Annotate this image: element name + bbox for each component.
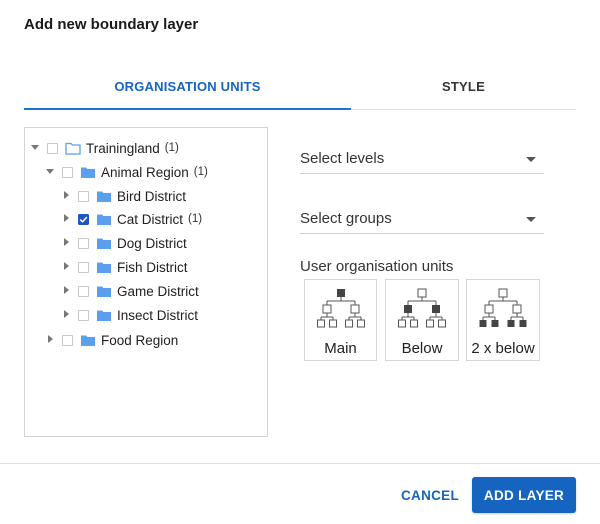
tree-node-count: (1) — [193, 166, 208, 178]
collapse-arrow-icon[interactable] — [31, 143, 41, 153]
add-boundary-layer-dialog: Add new boundary layer ORGANISATION UNIT… — [0, 0, 600, 524]
tree-node-trainingland[interactable]: Trainingland (1) — [31, 138, 179, 158]
expand-arrow-icon[interactable] — [62, 310, 72, 320]
caret-down-icon — [526, 157, 536, 162]
hierarchy-main-icon — [316, 289, 365, 328]
tree-node-label[interactable]: Insect District — [117, 308, 198, 323]
checkbox-icon[interactable] — [47, 142, 58, 154]
active-tab-indicator — [24, 108, 351, 110]
folder-icon — [97, 262, 111, 273]
expand-arrow-icon[interactable] — [62, 238, 72, 248]
checkbox-checked-icon[interactable] — [78, 213, 89, 225]
select-levels-label: Select levels — [300, 150, 385, 167]
user-org-unit-below-label: Below — [401, 340, 443, 357]
checkbox-icon[interactable] — [78, 285, 89, 297]
folder-icon — [81, 335, 95, 346]
tree-node-label[interactable]: Food Region — [101, 333, 178, 348]
user-org-units-label: User organisation units — [300, 258, 454, 275]
checkbox-icon[interactable] — [62, 334, 73, 346]
tab-bar: ORGANISATION UNITS STYLE — [24, 68, 576, 110]
user-org-unit-main-button[interactable]: Main — [304, 279, 377, 361]
expand-arrow-icon[interactable] — [46, 335, 56, 345]
tree-node-label[interactable]: Fish District — [117, 260, 188, 275]
folder-outline-icon — [65, 142, 81, 155]
org-unit-tree[interactable]: Trainingland (1) Animal Region (1) Bird … — [24, 127, 268, 437]
tree-node-insect-district[interactable]: Insect District — [62, 305, 198, 325]
folder-icon — [97, 214, 111, 225]
user-org-unit-2x-below-label: 2 x below — [471, 340, 535, 357]
folder-icon — [97, 286, 111, 297]
tree-node-cat-district[interactable]: Cat District (1) — [62, 209, 202, 229]
folder-icon — [97, 238, 111, 249]
tree-node-label[interactable]: Animal Region — [101, 165, 189, 180]
folder-icon — [97, 310, 111, 321]
tree-node-label[interactable]: Game District — [117, 284, 199, 299]
user-org-unit-2x-below-button[interactable]: 2 x below — [466, 279, 540, 361]
tree-node-bird-district[interactable]: Bird District — [62, 186, 186, 206]
cancel-button[interactable]: CANCEL — [396, 477, 464, 513]
checkbox-icon[interactable] — [78, 237, 89, 249]
tree-node-count: (1) — [188, 213, 203, 225]
folder-icon — [81, 167, 95, 178]
tree-node-label[interactable]: Cat District — [117, 212, 183, 227]
expand-arrow-icon[interactable] — [62, 262, 72, 272]
select-levels-dropdown[interactable]: Select levels — [300, 144, 544, 174]
select-groups-label: Select groups — [300, 210, 392, 227]
tree-node-food-region[interactable]: Food Region — [46, 330, 178, 350]
dialog-title: Add new boundary layer — [24, 16, 199, 33]
checkbox-icon[interactable] — [62, 166, 73, 178]
expand-arrow-icon[interactable] — [62, 286, 72, 296]
tree-node-dog-district[interactable]: Dog District — [62, 233, 187, 253]
checkbox-icon[interactable] — [78, 261, 89, 273]
expand-arrow-icon[interactable] — [62, 214, 72, 224]
user-org-unit-main-label: Main — [324, 340, 357, 357]
tree-node-label[interactable]: Trainingland — [86, 141, 160, 156]
tree-node-fish-district[interactable]: Fish District — [62, 257, 188, 277]
folder-icon — [97, 191, 111, 202]
collapse-arrow-icon[interactable] — [46, 167, 56, 177]
tree-node-count: (1) — [164, 142, 179, 154]
expand-arrow-icon[interactable] — [62, 191, 72, 201]
hierarchy-below-icon — [398, 288, 446, 328]
tree-node-animal-region[interactable]: Animal Region (1) — [46, 162, 208, 182]
tree-node-label[interactable]: Dog District — [117, 236, 187, 251]
user-org-unit-below-button[interactable]: Below — [385, 279, 459, 361]
add-layer-button[interactable]: ADD LAYER — [472, 477, 576, 513]
tree-node-label[interactable]: Bird District — [117, 189, 186, 204]
caret-down-icon — [526, 217, 536, 222]
checkbox-icon[interactable] — [78, 190, 89, 202]
select-groups-dropdown[interactable]: Select groups — [300, 204, 544, 234]
tree-node-game-district[interactable]: Game District — [62, 281, 199, 301]
tab-style[interactable]: STYLE — [351, 68, 576, 110]
tab-organisation-units[interactable]: ORGANISATION UNITS — [24, 68, 351, 110]
footer-divider — [0, 463, 600, 464]
hierarchy-2x-below-icon — [479, 288, 527, 327]
checkbox-icon[interactable] — [78, 309, 89, 321]
